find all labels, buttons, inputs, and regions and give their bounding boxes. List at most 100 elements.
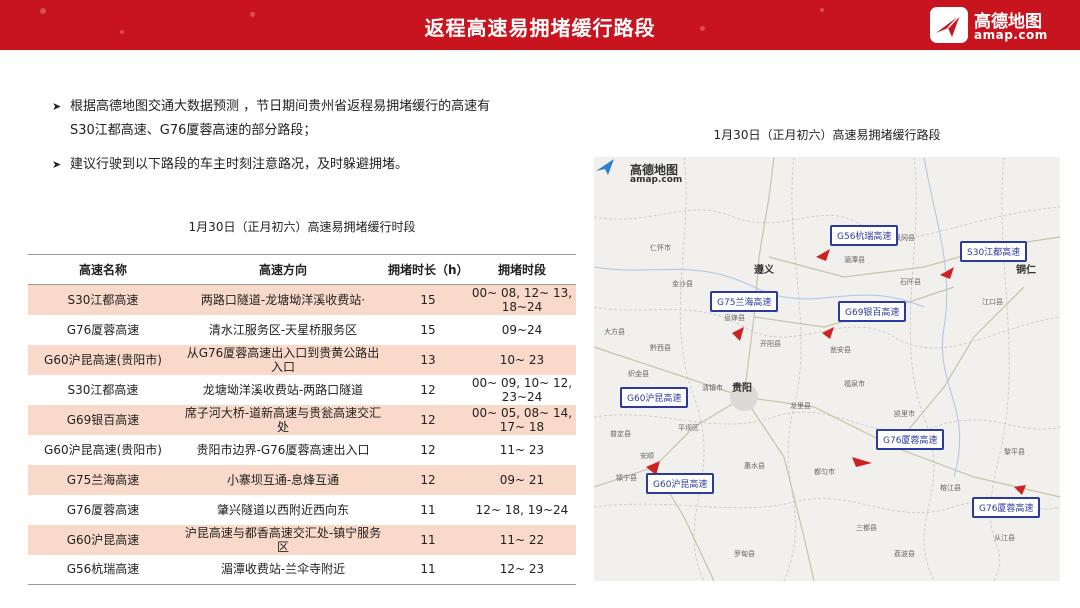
- cell-direction: 沪昆高速与都香高速交汇处-镇宁服务区: [178, 524, 388, 555]
- cell-period: 09~ 21: [468, 464, 576, 495]
- map-logo-icon: [596, 159, 614, 175]
- cell-duration: 15: [388, 284, 468, 315]
- place-label: 惠水县: [744, 462, 765, 470]
- place-label: 凯里市: [894, 410, 915, 418]
- highway-label-g69: G69银百高速: [838, 301, 907, 322]
- cell-period: 00~ 08, 12~ 13, 18~24: [468, 284, 576, 315]
- table-row: G56杭瑞高速 湄潭收费站-兰伞寺附近 11 12~ 23: [28, 554, 576, 585]
- bullet-text-line: 根据高德地图交通大数据预测 ，节日期间贵州省返程易拥堵缓行的高速有: [70, 99, 491, 114]
- cell-duration: 11: [388, 524, 468, 555]
- place-label: 石阡县: [900, 278, 921, 286]
- map-logo-domain: amap.com: [630, 175, 683, 185]
- cell-highway: S30江都高速: [28, 374, 178, 405]
- place-label: 织金县: [628, 370, 649, 378]
- place-label: 遵义: [754, 265, 774, 276]
- highway-label-g76-southeast: G76厦蓉高速: [972, 497, 1041, 518]
- table-row: S30江都高速 龙塘坳洋溪收费站-两路口隧道 12 00~ 09, 10~ 12…: [28, 374, 576, 405]
- column-header-period: 拥堵时段: [468, 254, 576, 285]
- map-caption: 1月30日（正月初六）高速易拥堵缓行路段: [713, 128, 941, 142]
- place-label: 都匀市: [814, 468, 835, 476]
- city-label-guiyang: 贵阳: [732, 383, 752, 394]
- place-label: 黎平县: [1004, 448, 1025, 456]
- bullet-item: ➤ 根据高德地图交通大数据预测 ，节日期间贵州省返程易拥堵缓行的高速有 S30江…: [52, 95, 552, 143]
- highway-label-s30: S30江都高速: [960, 241, 1028, 262]
- place-label: 湄潭县: [844, 256, 865, 264]
- cell-highway: G75兰海高速: [28, 464, 178, 495]
- cell-highway: G60沪昆高速(贵阳市): [28, 344, 178, 375]
- place-label: 大方县: [604, 328, 625, 336]
- place-label: 江口县: [982, 298, 1003, 306]
- cell-duration: 11: [388, 554, 468, 585]
- congestion-map: 高德地图 amap.com 金沙县 仁怀市 遵义 湄潭县 凤冈县 石阡县 铜仁 …: [594, 157, 1060, 581]
- highway-label-g60-west: G60沪昆高速: [620, 387, 689, 408]
- place-label: 金沙县: [672, 280, 693, 288]
- table-row: G60沪昆高速(贵阳市) 从G76厦蓉高速出入口到贵黄公路出入口 13 10~ …: [28, 344, 576, 375]
- highway-label-g60-south: G60沪昆高速: [646, 473, 715, 494]
- table-row: G76厦蓉高速 清水江服务区-天星桥服务区 15 09~24: [28, 314, 576, 345]
- column-header-duration: 拥堵时长（h）: [388, 254, 469, 285]
- cell-highway: G76厦蓉高速: [28, 314, 178, 345]
- place-label: 瓮安县: [830, 346, 851, 354]
- cell-direction: 肇兴隧道以西附近西向东: [178, 494, 388, 525]
- place-label: 安顺: [640, 452, 654, 460]
- bullet-text-line: 建议行驶到以下路段的车主时刻注意路况，及时躲避拥堵。: [70, 157, 409, 172]
- cell-duration: 15: [388, 314, 468, 345]
- cell-period: 00~ 09, 10~ 12, 23~24: [468, 374, 576, 405]
- highway-label-g75: G75兰海高速: [710, 291, 779, 312]
- cell-period: 10~ 23: [468, 344, 576, 375]
- place-label: 镇宁县: [616, 474, 637, 482]
- amap-logo-icon: [930, 7, 968, 43]
- cell-direction: 湄潭收费站-兰伞寺附近: [178, 554, 388, 585]
- cell-period: 11~ 22: [468, 524, 576, 555]
- cell-direction: 两路口隧道-龙塘坳洋溪收费站·: [178, 284, 388, 315]
- cell-highway: G76厦蓉高速: [28, 494, 178, 525]
- highway-label-g56: G56杭瑞高速: [830, 225, 899, 246]
- place-label: 黔西县: [650, 344, 671, 352]
- place-label: 三都县: [856, 524, 877, 532]
- cell-duration: 13: [388, 344, 468, 375]
- cell-period: 00~ 05, 08~ 14, 17~ 18: [468, 404, 576, 435]
- bullet-text-line: S30江都高速、G76厦蓉高速的部分路段；: [70, 123, 317, 138]
- cell-period: 12~ 23: [468, 554, 576, 585]
- place-label: 福泉市: [844, 380, 865, 388]
- table-row: G60沪昆高速(贵阳市) 贵阳市边界-G76厦蓉高速出入口 12 11~ 23: [28, 434, 576, 465]
- bullet-item: ➤ 建议行驶到以下路段的车主时刻注意路况，及时躲避拥堵。: [52, 153, 552, 177]
- table-row: S30江都高速 两路口隧道-龙塘坳洋溪收费站· 15 00~ 08, 12~ 1…: [28, 284, 576, 315]
- place-label: 仁怀市: [650, 244, 671, 252]
- table-row: G69银百高速 席子河大桥-道新高速与贵瓮高速交汇处 12 00~ 05, 08…: [28, 404, 576, 435]
- place-label: 榕江县: [940, 484, 961, 492]
- cell-period: 11~ 23: [468, 434, 576, 465]
- cell-highway: G60沪昆高速(贵阳市): [28, 434, 178, 465]
- intro-bullets: ➤ 根据高德地图交通大数据预测 ，节日期间贵州省返程易拥堵缓行的高速有 S30江…: [52, 95, 552, 187]
- table-row: G76厦蓉高速 肇兴隧道以西附近西向东 11 12~ 18, 19~24: [28, 494, 576, 525]
- cell-direction: 从G76厦蓉高速出入口到贵黄公路出入口: [178, 344, 388, 375]
- arrow-bullet-icon: ➤: [52, 158, 62, 171]
- column-header-direction: 高速方向: [178, 254, 388, 285]
- cell-direction: 清水江服务区-天星桥服务区: [178, 314, 388, 345]
- congestion-table: 高速名称 高速方向 拥堵时长（h） 拥堵时段 S30江都高速 两路口隧道-龙塘坳…: [28, 254, 576, 585]
- place-label: 息烽县: [724, 314, 745, 322]
- cell-direction: 龙塘坳洋溪收费站-两路口隧道: [178, 374, 388, 405]
- place-label: 开阳县: [760, 340, 781, 348]
- place-label: 荔波县: [894, 550, 915, 558]
- place-label: 罗甸县: [734, 550, 755, 558]
- page-title: 返程高速易拥堵缓行路段: [424, 16, 656, 40]
- place-label: 龙里县: [790, 402, 811, 410]
- cell-direction: 席子河大桥-道新高速与贵瓮高速交汇处: [178, 404, 388, 435]
- highway-label-g76-east: G76厦蓉高速: [876, 429, 945, 450]
- cell-duration: 12: [388, 434, 468, 465]
- table-row: G75兰海高速 小寨坝互通-息烽互通 12 09~ 21: [28, 464, 576, 495]
- column-header-highway: 高速名称: [28, 254, 178, 285]
- place-label: 从江县: [994, 534, 1015, 542]
- cell-duration: 12: [388, 404, 468, 435]
- cell-highway: S30江都高速: [28, 284, 178, 315]
- cell-direction: 贵阳市边界-G76厦蓉高速出入口: [178, 434, 388, 465]
- cell-duration: 12: [388, 374, 468, 405]
- place-label: 普定县: [610, 430, 631, 438]
- table-header-row: 高速名称 高速方向 拥堵时长（h） 拥堵时段: [28, 254, 576, 285]
- cell-highway: G56杭瑞高速: [28, 554, 178, 585]
- cell-direction: 小寨坝互通-息烽互通: [178, 464, 388, 495]
- cell-period: 12~ 18, 19~24: [468, 494, 576, 525]
- brand-domain: amap.com: [974, 28, 1048, 42]
- arrow-bullet-icon: ➤: [52, 100, 62, 113]
